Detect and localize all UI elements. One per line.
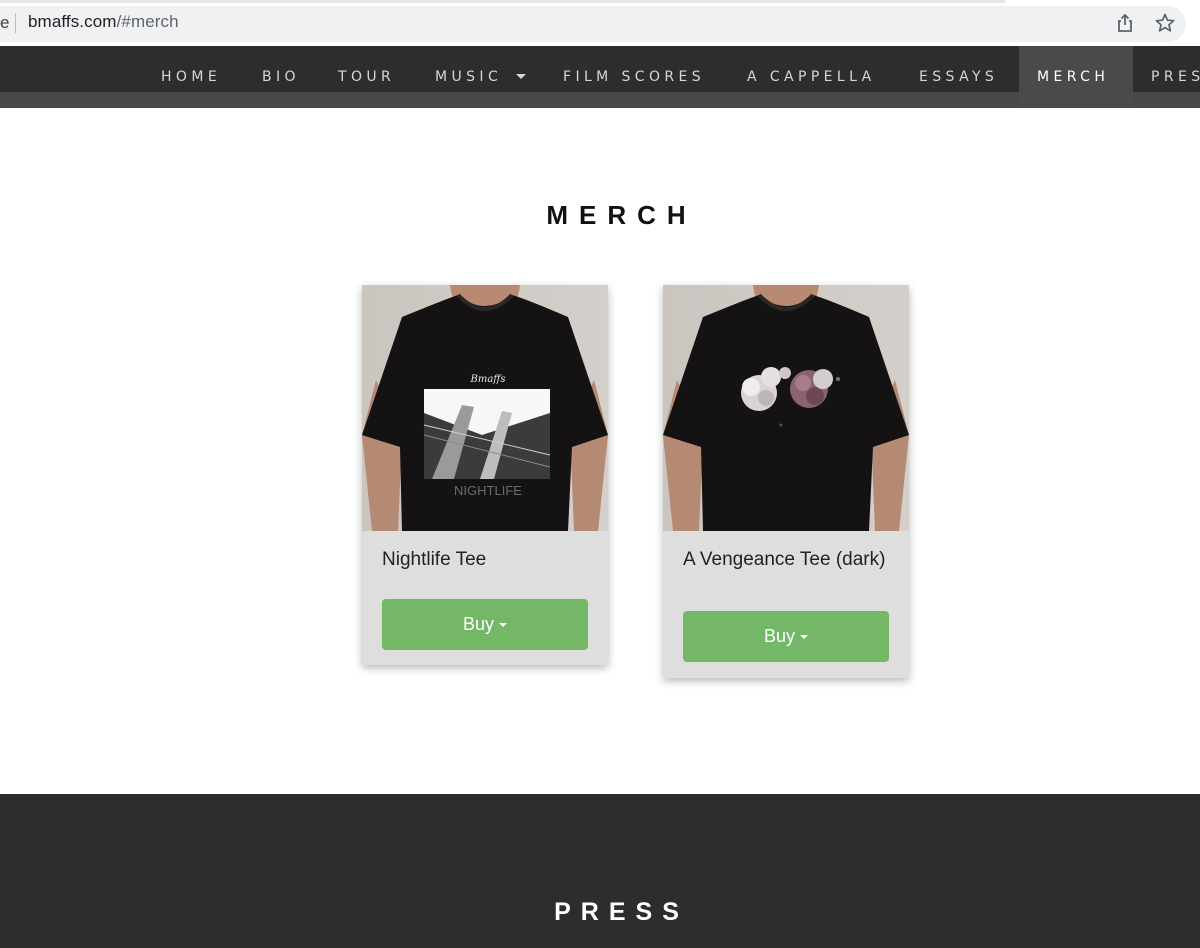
press-section: PRESS	[0, 794, 1200, 948]
url-prefix: e	[0, 13, 10, 32]
product-name: A Vengeance Tee (dark)	[683, 549, 886, 570]
url-text[interactable]: bmaffs.com/#merch	[28, 12, 179, 32]
nav-item-essays[interactable]: ESSAYS	[919, 46, 998, 92]
nav-item-bio[interactable]: BIO	[262, 46, 300, 92]
star-icon[interactable]	[1154, 12, 1176, 34]
buy-button[interactable]: Buy	[382, 599, 588, 650]
buy-button[interactable]: Buy	[683, 611, 889, 662]
tab-strip-edge	[0, 0, 1005, 3]
merch-section-title: MERCH	[546, 200, 697, 230]
chevron-down-icon	[499, 623, 508, 628]
nav-item-tour[interactable]: TOUR	[338, 46, 395, 92]
shirt-print-title: NIGHTLIFE	[454, 483, 522, 498]
nav-item-film-scores[interactable]: FILM SCORES	[563, 46, 705, 92]
buy-button-label: Buy	[763, 626, 796, 646]
url-separator	[15, 13, 16, 33]
nav-item-merch[interactable]: MERCH	[1037, 46, 1109, 92]
nav-item-press[interactable]: PRES	[1151, 46, 1200, 92]
product-card: A Vengeance Tee (dark) Buy	[663, 285, 909, 678]
buy-button-label: Buy	[462, 614, 495, 634]
nav-item-home[interactable]: HOME	[161, 46, 221, 92]
product-card: Bmaffs NIGHTLIFE Nightlife Tee Buy	[362, 285, 608, 665]
product-image[interactable]	[663, 285, 909, 531]
shirt-print-brand: Bmaffs	[469, 374, 505, 385]
product-name: Nightlife Tee	[382, 549, 487, 570]
url-domain: bmaffs.com	[28, 12, 117, 31]
browser-toolbar: e bmaffs.com/#merch	[0, 0, 1200, 46]
chevron-down-icon[interactable]	[516, 74, 526, 79]
product-image[interactable]: Bmaffs NIGHTLIFE	[362, 285, 608, 531]
url-path: /#merch	[116, 12, 179, 31]
chevron-down-icon	[800, 635, 809, 640]
share-icon[interactable]	[1114, 12, 1136, 34]
nav-item-a-cappella[interactable]: A CAPPELLA	[747, 46, 876, 92]
nav-item-music[interactable]: MUSIC	[435, 46, 502, 92]
press-section-title: PRESS	[554, 898, 689, 926]
